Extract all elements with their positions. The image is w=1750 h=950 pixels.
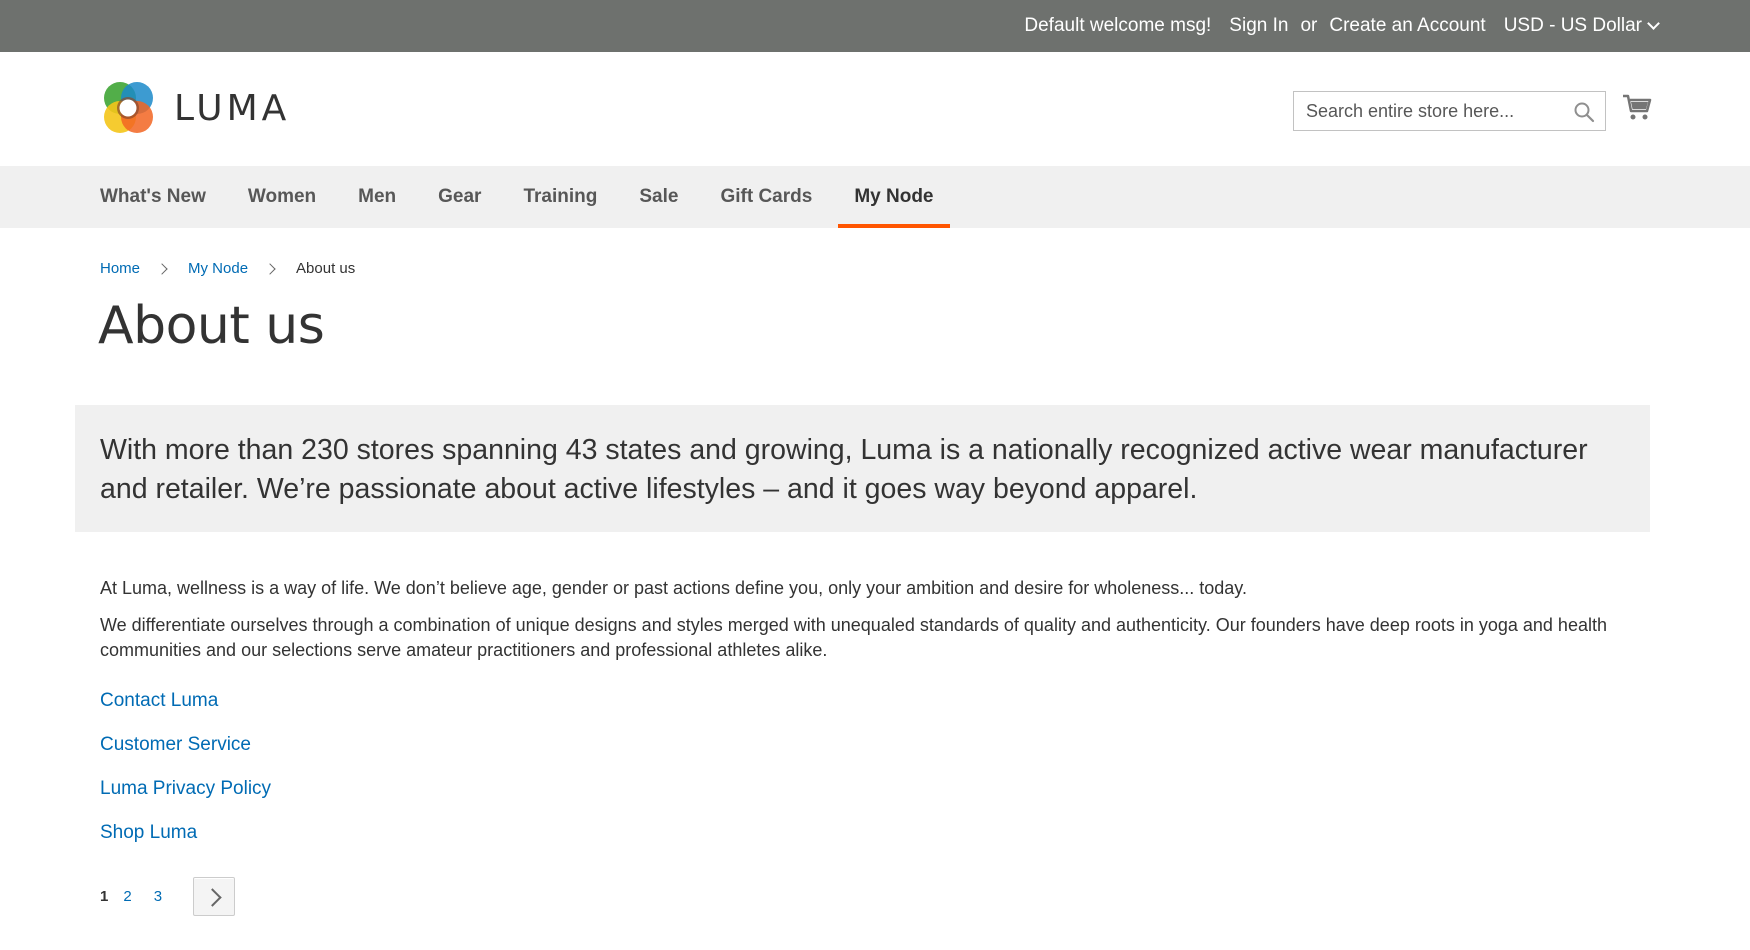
currency-switcher[interactable]: USD - US Dollar [1503,15,1660,37]
page-1: 1 [100,887,109,905]
logo-text: LUMA [174,87,291,129]
nav-item-training[interactable]: Training [523,166,597,228]
breadcrumb-current: About us [296,260,356,277]
breadcrumb-home[interactable]: Home [100,260,140,277]
body-paragraph-2: We differentiate ourselves through a com… [100,615,1607,660]
chevron-down-icon [1647,17,1660,30]
main-navigation: What's New Women Men Gear Training Sale … [0,166,1750,228]
intro-box: With more than 230 stores spanning 43 st… [75,405,1650,532]
search-box [1293,91,1606,131]
contact-luma-link[interactable]: Contact Luma [100,688,271,732]
cart-icon[interactable] [1622,92,1652,122]
page-title: About us [98,296,325,356]
nav-item-women[interactable]: Women [248,166,316,228]
sign-in-link[interactable]: Sign In [1229,15,1288,37]
page-2[interactable]: 2 [123,888,131,905]
or-text: or [1300,15,1318,36]
page-3[interactable]: 3 [154,888,162,905]
nav-item-men[interactable]: Men [358,166,396,228]
customer-service-link[interactable]: Customer Service [100,732,271,776]
currency-label: USD - US Dollar [1503,15,1642,36]
nav-item-whats-new[interactable]: What's New [100,166,206,228]
breadcrumb: Home My Node About us [100,260,355,277]
nav-item-gift-cards[interactable]: Gift Cards [720,166,812,228]
content-links: Contact Luma Customer Service Luma Priva… [100,688,271,864]
breadcrumb-my-node[interactable]: My Node [188,260,248,277]
logo[interactable]: LUMA [100,80,290,136]
chevron-right-icon [264,262,276,275]
panel-links: Default welcome msg! Sign In or Create a… [1024,0,1660,52]
shop-luma-link[interactable]: Shop Luma [100,820,271,864]
search-input[interactable] [1294,92,1605,130]
privacy-policy-link[interactable]: Luma Privacy Policy [100,776,271,820]
nav-item-my-node[interactable]: My Node [838,166,950,228]
panel-header: Default welcome msg! Sign In or Create a… [0,0,1750,52]
search-icon[interactable] [1573,101,1595,123]
nav-item-sale[interactable]: Sale [639,166,678,228]
luma-logo-icon [100,80,156,136]
nav-item-gear[interactable]: Gear [438,166,481,228]
create-account-link[interactable]: Create an Account [1329,15,1485,37]
pagination: 1 2 3 [100,876,236,916]
body-paragraph-1: At Luma, wellness is a way of life. We d… [100,578,1247,598]
intro-text: With more than 230 stores spanning 43 st… [100,434,1588,505]
welcome-message: Default welcome msg! [1024,15,1212,36]
chevron-right-icon [156,262,168,275]
next-page-button[interactable] [193,876,236,916]
